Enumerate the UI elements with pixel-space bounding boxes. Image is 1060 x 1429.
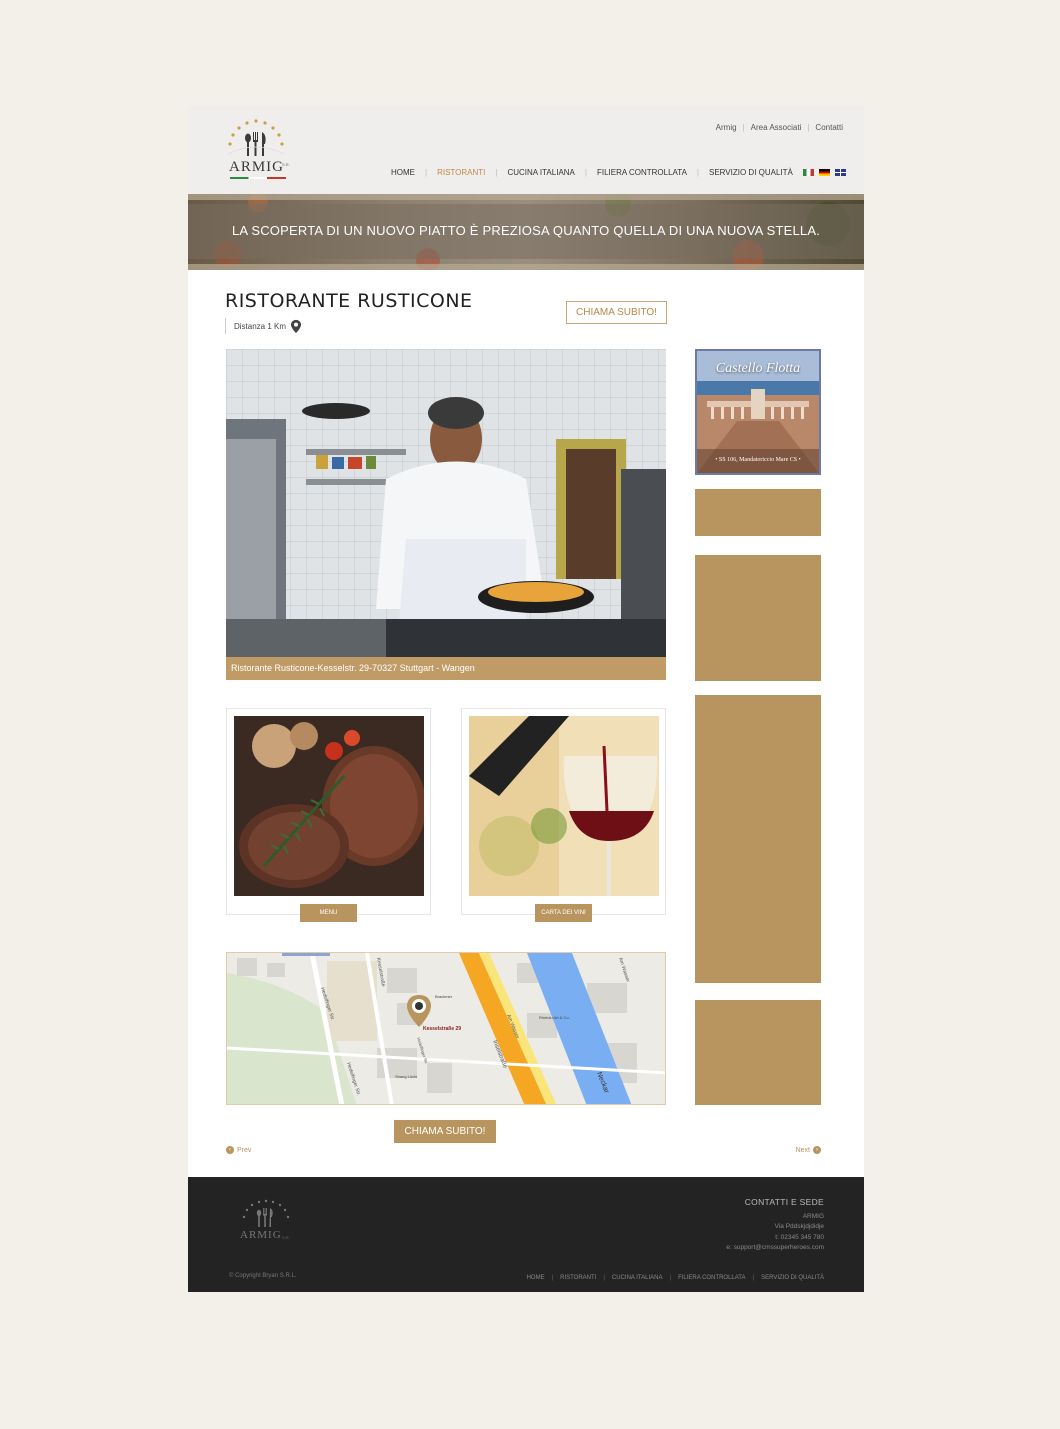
wine-list-button[interactable]: CARTA DEI VINI xyxy=(535,904,592,922)
header: ARMIG S.R. Armig | Area Associati | Cont… xyxy=(188,106,864,194)
footer-nav-cucina-italiana[interactable]: CUCINA ITALIANA xyxy=(612,1275,663,1281)
separator: | xyxy=(669,1275,672,1281)
fork-knife-spoon-icon xyxy=(227,119,285,156)
location-map[interactable]: Hedelfinger Str. Kesselstraße Hedelfinge… xyxy=(226,952,666,1105)
separator: | xyxy=(551,1275,554,1281)
footer-nav-home[interactable]: HOME xyxy=(527,1275,545,1281)
chef-cooking-photo xyxy=(226,349,666,657)
ad-title: Castello Flotta xyxy=(715,361,801,376)
logo-superscript: S.R. xyxy=(282,162,290,167)
menu-button[interactable]: MENU xyxy=(300,904,357,922)
nav-item-cucina-italiana[interactable]: CUCINA ITALIANA xyxy=(507,168,574,177)
footer-contact: CONTATTI E SEDE ARMIG Via Pddskjdjdidje … xyxy=(726,1197,824,1254)
nav-item-filiera-controllata[interactable]: FILIERA CONTROLLATA xyxy=(597,168,687,177)
distance-indicator: Distanza 1 Km xyxy=(225,318,302,334)
logo-wordmark: ARMIG xyxy=(229,159,285,175)
sidebar-ad-castello-flotta[interactable]: Castello Flotta • SS 106, Mandatoriccio … xyxy=(695,349,821,475)
top-links: Armig | Area Associati | Contatti xyxy=(716,123,843,132)
sidebar-banner-placeholder[interactable] xyxy=(695,489,821,536)
top-link-area-associati[interactable]: Area Associati xyxy=(751,123,802,132)
wine-photo xyxy=(469,716,659,896)
separator: | xyxy=(495,168,498,177)
nav-item-servizio-di-qualita[interactable]: SERVIZIO DI QUALITÀ xyxy=(709,168,793,177)
page: ARMIG S.R. Armig | Area Associati | Cont… xyxy=(188,106,864,1292)
footer-nav-servizio-di-qualita[interactable]: SERVIZIO DI QUALITÀ xyxy=(761,1275,824,1281)
footer-logo-wordmark: ARMIG xyxy=(240,1229,282,1241)
map-poi-label: Shang Lüchi xyxy=(395,1074,417,1079)
call-now-bottom-button[interactable]: CHIAMA SUBITO! xyxy=(394,1120,496,1143)
contact-phone[interactable]: t: 02345 345 780 xyxy=(726,1233,824,1244)
separator: | xyxy=(425,168,428,177)
map-poi-label: Brackmer xyxy=(435,994,453,999)
main-nav: HOME | RISTORANTI | CUCINA ITALIANA | FI… xyxy=(391,168,846,177)
grilled-steak-image xyxy=(234,716,424,896)
contact-company: ARMIG xyxy=(802,1212,824,1220)
logo-italian-stripe xyxy=(230,177,286,179)
prev-label: Prev xyxy=(237,1146,252,1154)
photo-caption: Ristorante Rusticone-Kesselstr. 29-70327… xyxy=(226,657,666,680)
next-label: Next xyxy=(795,1146,810,1154)
wine-card[interactable] xyxy=(461,708,666,915)
menu-card[interactable] xyxy=(226,708,431,915)
street-map: Hedelfinger Str. Kesselstraße Hedelfinge… xyxy=(227,953,665,1104)
map-marker-label: Kesselstraße 29 xyxy=(423,1026,461,1032)
nav-item-ristoranti[interactable]: RISTORANTI xyxy=(437,168,485,177)
map-pin-icon xyxy=(291,319,302,333)
ad-subtitle: • SS 106, Mandatoriccio Mare CS • xyxy=(715,457,801,463)
footer-logo[interactable]: ARMIG S.R. xyxy=(240,1199,292,1247)
sidebar-banner-placeholder[interactable] xyxy=(695,695,821,983)
map-poi-label: Rheinlu Art & Co. xyxy=(539,1015,570,1020)
fork-knife-spoon-icon xyxy=(242,1199,290,1227)
uk-flag-icon[interactable] xyxy=(834,169,846,176)
italian-flag-icon[interactable] xyxy=(802,169,814,176)
footer: ARMIG S.R. CONTATTI E SEDE ARMIG Via Pdd… xyxy=(188,1177,864,1292)
separator: | xyxy=(752,1275,755,1281)
chevron-right-icon: › xyxy=(813,1146,821,1154)
separator: | xyxy=(584,168,587,177)
copyright: © Copyright Bryan S.R.L. xyxy=(229,1273,297,1279)
sidebar-banner-placeholder[interactable] xyxy=(695,1000,821,1105)
footer-nav-ristoranti[interactable]: RISTORANTI xyxy=(560,1275,596,1281)
top-link-armig[interactable]: Armig xyxy=(716,123,737,132)
chevron-left-icon: ‹ xyxy=(226,1146,234,1154)
contact-address: Via Pddskjdjdidje xyxy=(774,1223,824,1230)
page-title: RISTORANTE RUSTICONE xyxy=(225,290,473,312)
german-flag-icon[interactable] xyxy=(818,169,830,176)
language-switcher xyxy=(802,169,846,176)
contact-heading: CONTATTI E SEDE xyxy=(744,1197,824,1207)
prev-link[interactable]: ‹ Prev xyxy=(226,1146,251,1154)
nav-item-home[interactable]: HOME xyxy=(391,168,415,177)
distance-label: Distanza 1 Km xyxy=(234,321,287,331)
separator: | xyxy=(603,1275,605,1281)
contact-email[interactable]: e: support@cmssuperheroes.com xyxy=(726,1243,824,1254)
restaurant-main-photo xyxy=(226,349,666,657)
separator: | xyxy=(742,123,745,132)
next-link[interactable]: Next › xyxy=(796,1146,821,1154)
separator: | xyxy=(696,168,699,177)
footer-logo-superscript: S.R. xyxy=(282,1235,290,1240)
sidebar-banner-placeholder[interactable] xyxy=(695,555,821,681)
hero-banner: LA SCOPERTA DI UN NUOVO PIATTO È PREZIOS… xyxy=(188,194,864,270)
call-now-button[interactable]: CHIAMA SUBITO! xyxy=(566,301,667,324)
footer-nav: HOME | RISTORANTI | CUCINA ITALIANA | FI… xyxy=(527,1275,824,1281)
steak-photo xyxy=(234,716,424,896)
footer-nav-filiera-controllata[interactable]: FILIERA CONTROLLATA xyxy=(678,1275,745,1281)
top-link-contatti[interactable]: Contatti xyxy=(815,123,843,132)
armig-logo[interactable]: ARMIG S.R. xyxy=(224,118,294,184)
red-wine-glass-image xyxy=(469,716,659,896)
separator: | xyxy=(807,123,810,132)
banner-slogan: LA SCOPERTA DI UN NUOVO PIATTO È PREZIOS… xyxy=(231,223,821,238)
